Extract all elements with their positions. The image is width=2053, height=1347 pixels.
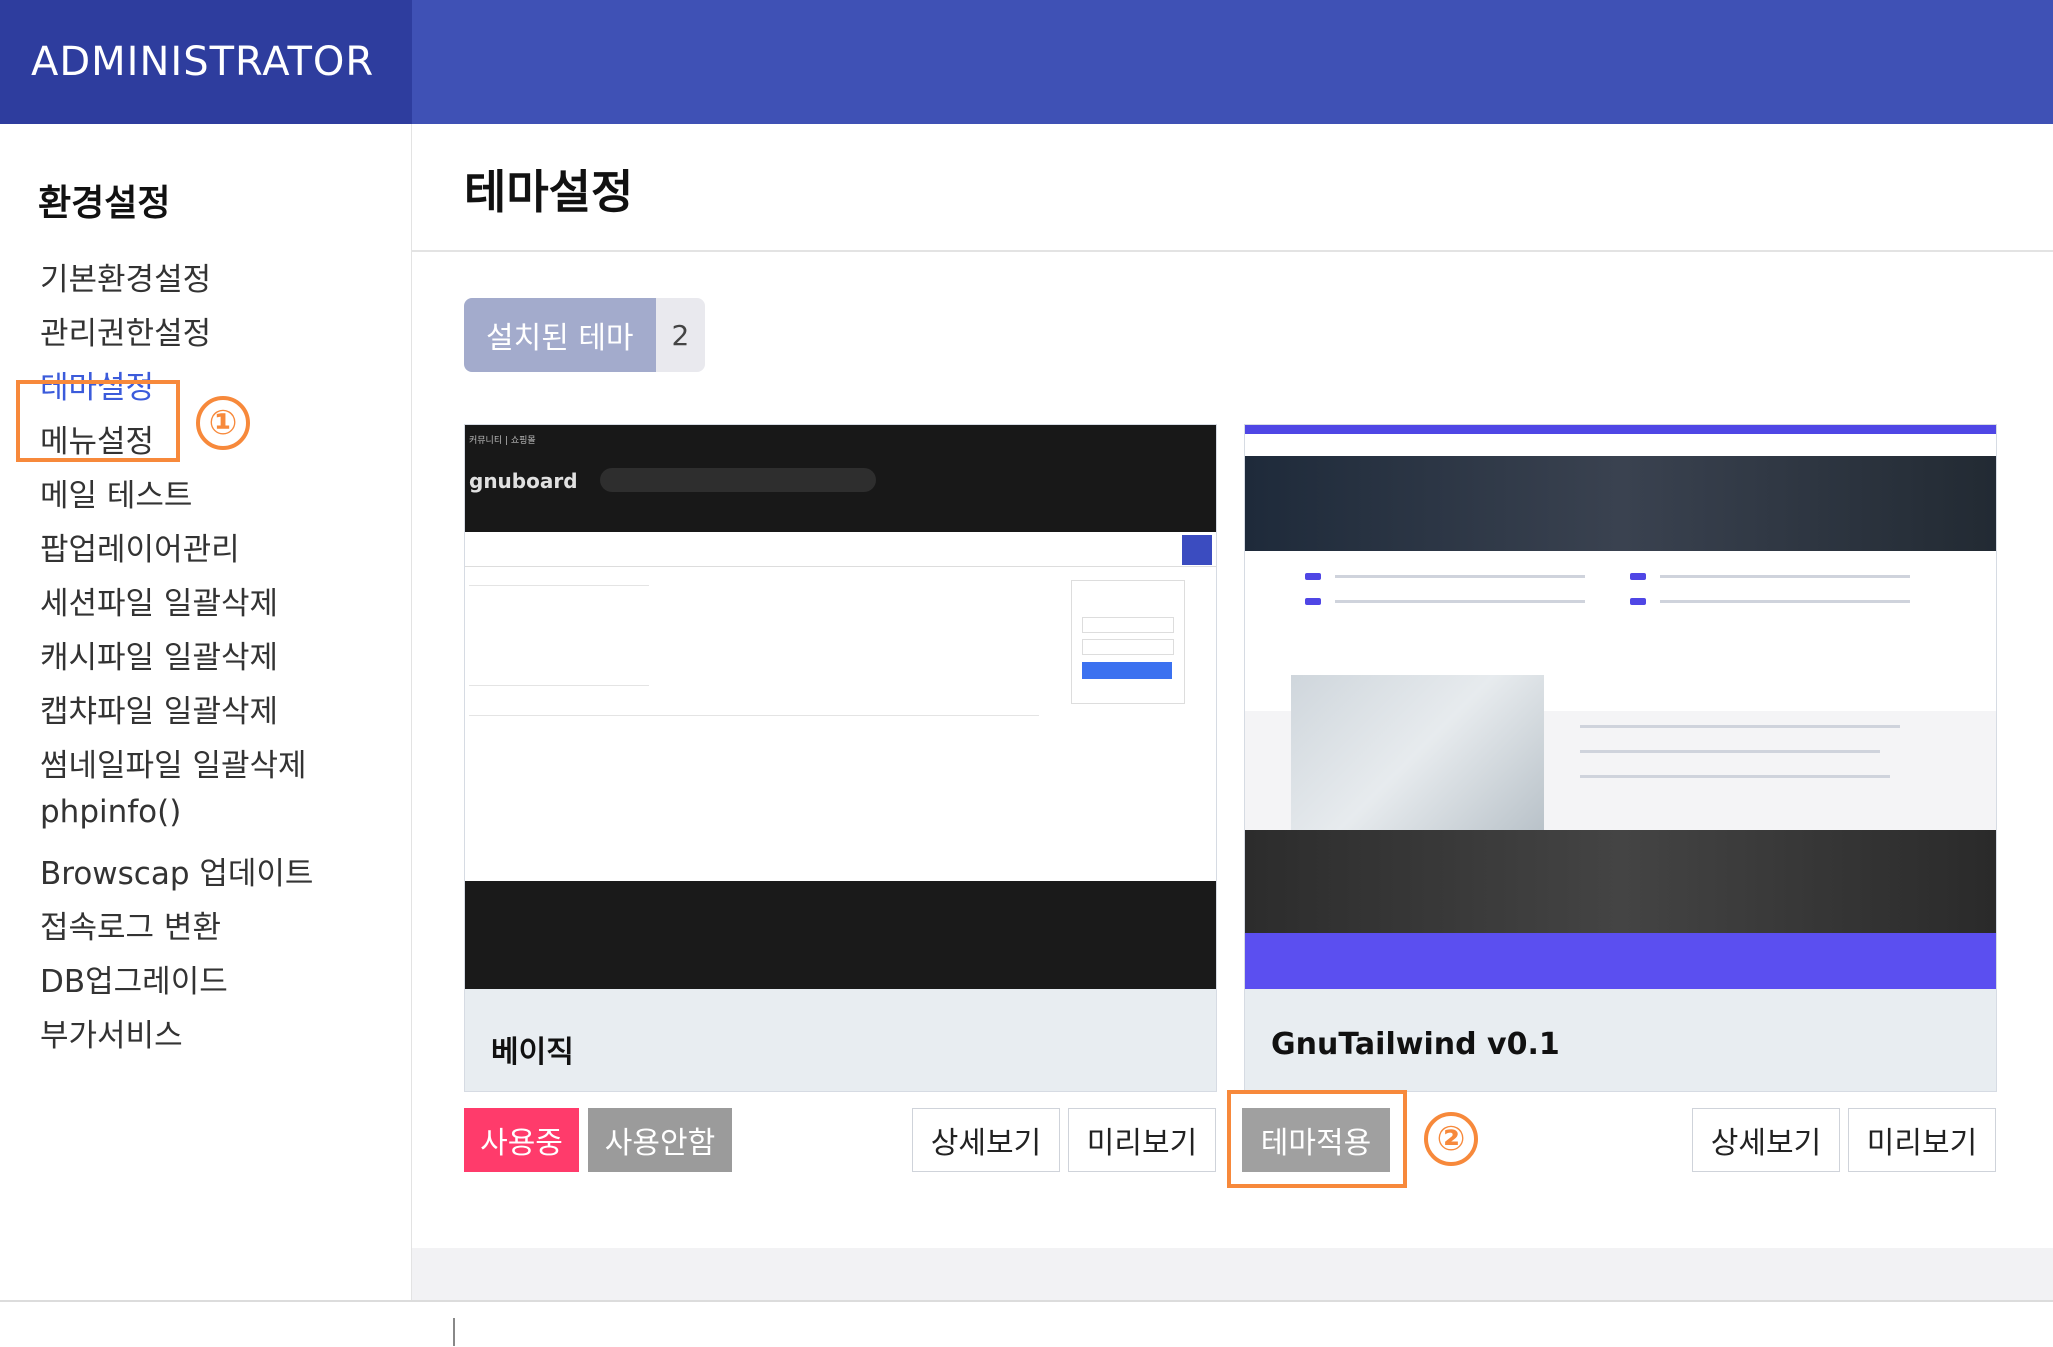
annotation-badge-2: ② <box>1424 1112 1478 1166</box>
sidebar-item-thumbnail-delete[interactable]: 썸네일파일 일괄삭제 <box>40 740 307 785</box>
sidebar-item-browscap-update[interactable]: Browscap 업데이트 <box>40 848 313 893</box>
theme-screenshot-basic: 커뮤니티 | 쇼핑몰 gnuboard <box>465 425 1216 989</box>
sidebar-item-basic-settings[interactable]: 기본환경설정 <box>40 254 211 299</box>
installed-themes-count: 2 <box>655 298 706 372</box>
annotation-box-1 <box>16 380 180 462</box>
title-divider <box>412 250 2053 252</box>
sidebar-item-admin-permission[interactable]: 관리권한설정 <box>40 308 211 353</box>
header-bar <box>412 0 2053 124</box>
main-content: 테마설정 설치된 테마 2 커뮤니티 | 쇼핑몰 gnuboard 베이직 Gn… <box>412 124 2053 1248</box>
preview-logo: gnuboard <box>469 469 578 493</box>
sidebar-item-captcha-delete[interactable]: 캡챠파일 일괄삭제 <box>40 686 278 731</box>
preview-menu-icon <box>1182 535 1212 565</box>
sidebar-item-db-upgrade[interactable]: DB업그레이드 <box>40 956 228 1001</box>
installed-themes-label: 설치된 테마 <box>464 298 656 372</box>
main-bottom-area <box>412 1248 2053 1300</box>
preview-button-gnutailwind[interactable]: 미리보기 <box>1848 1108 1996 1172</box>
sidebar-item-addon-services[interactable]: 부가서비스 <box>40 1010 183 1055</box>
not-use-button[interactable]: 사용안함 <box>588 1108 732 1172</box>
theme-card-basic: 커뮤니티 | 쇼핑몰 gnuboard 베이직 <box>464 424 1217 1092</box>
page-title: 테마설정 <box>464 165 634 219</box>
theme-name-basic: 베이직 <box>491 1035 574 1070</box>
annotation-box-2 <box>1227 1090 1407 1188</box>
sidebar-item-visit-log-convert[interactable]: 접속로그 변환 <box>40 902 221 947</box>
sidebar-item-phpinfo[interactable]: phpinfo() <box>40 794 181 830</box>
theme-card-gnutailwind: GnuTailwind v0.1 <box>1244 424 1997 1092</box>
sidebar-item-popup-layer[interactable]: 팝업레이어관리 <box>40 524 240 569</box>
in-use-button[interactable]: 사용중 <box>464 1108 579 1172</box>
detail-button-basic[interactable]: 상세보기 <box>912 1108 1060 1172</box>
preview-button-basic[interactable]: 미리보기 <box>1068 1108 1216 1172</box>
footer-divider <box>0 1300 2053 1302</box>
text-cursor <box>453 1318 455 1346</box>
theme-name-gnutailwind: GnuTailwind v0.1 <box>1271 1027 1560 1062</box>
sidebar: 환경설정 기본환경설정 관리권한설정 테마설정 메뉴설정 메일 테스트 팝업레이… <box>0 124 412 1300</box>
preview-top-links: 커뮤니티 | 쇼핑몰 <box>469 436 536 446</box>
brand-title[interactable]: ADMINISTRATOR <box>31 39 374 85</box>
sidebar-item-mail-test[interactable]: 메일 테스트 <box>40 470 192 515</box>
sidebar-title: 환경설정 <box>38 183 171 224</box>
sidebar-item-session-delete[interactable]: 세션파일 일괄삭제 <box>40 578 278 623</box>
preview-search-bar <box>600 468 876 492</box>
theme-screenshot-gnutailwind <box>1245 425 1996 989</box>
installed-themes-tab[interactable]: 설치된 테마 2 <box>464 298 706 372</box>
annotation-badge-1: ① <box>196 396 250 450</box>
header-brand-area: ADMINISTRATOR <box>0 0 412 124</box>
sidebar-item-cache-delete[interactable]: 캐시파일 일괄삭제 <box>40 632 278 677</box>
detail-button-gnutailwind[interactable]: 상세보기 <box>1692 1108 1840 1172</box>
